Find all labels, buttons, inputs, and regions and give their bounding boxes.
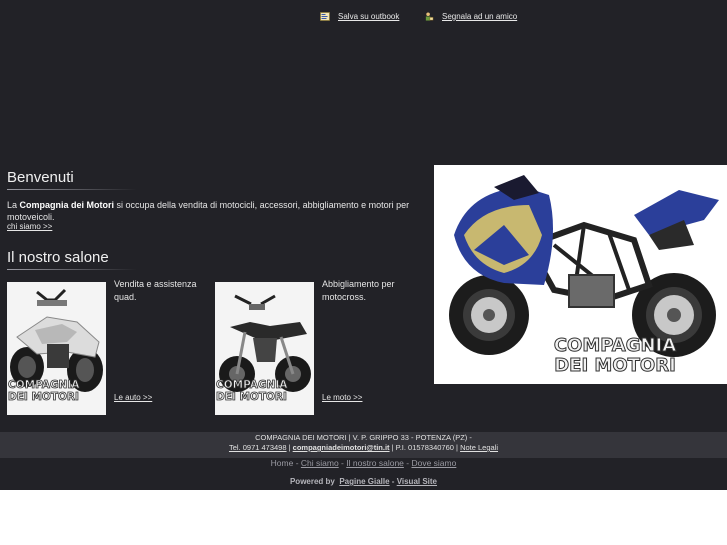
pagine-gialle-link[interactable]: Pagine Gialle [339, 477, 389, 486]
nav-salone[interactable]: Il nostro salone [346, 458, 404, 468]
powered-by: Powered by Pagine Gialle - Visual Site [0, 477, 727, 486]
title-underline [7, 189, 137, 190]
hero-logo-line1: COMPAGNIA [553, 335, 677, 356]
dirtbike-photo[interactable]: COMPAGNIA DEI MOTORI [215, 282, 314, 415]
nav-home[interactable]: Home [271, 458, 294, 468]
footer-vat: | P.I. 01578340760 | [389, 443, 461, 452]
welcome-title: Benvenuti [7, 169, 74, 186]
hero-motorbike-image: COMPAGNIA DEI MOTORI [434, 165, 727, 384]
company-name: Compagnia dei Motori [19, 200, 115, 210]
dirtbike-photo-watermark: COMPAGNIA DEI MOTORI [216, 379, 288, 404]
save-outlook-link[interactable]: Salva su outbook [338, 12, 399, 21]
outlook-icon [320, 12, 330, 22]
powered-separator: - [389, 477, 397, 486]
welcome-text: La Compagnia dei Motori si occupa della … [7, 199, 417, 223]
nav-dove-siamo[interactable]: Dove siamo [411, 458, 456, 468]
le-moto-link[interactable]: Le moto >> [322, 393, 362, 402]
nav-separator: - [293, 458, 301, 468]
quad-photo-watermark: COMPAGNIA DEI MOTORI [8, 379, 80, 404]
hero-logo: COMPAGNIA DEI MOTORI [504, 335, 726, 376]
le-auto-link[interactable]: Le auto >> [114, 393, 152, 402]
powered-label: Powered by [289, 477, 335, 486]
welcome-text-prefix: La [7, 200, 20, 210]
legal-notes-link[interactable]: Note Legali [460, 443, 498, 452]
user-icon [425, 12, 434, 21]
title-underline [7, 269, 137, 270]
nav-chi-siamo[interactable]: Chi siamo [301, 458, 339, 468]
quad-description: Vendita e assistenza quad. [114, 279, 197, 302]
salone-title: Il nostro salone [7, 249, 109, 266]
visual-site-link[interactable]: Visual Site [397, 477, 437, 486]
phone-link[interactable]: Tel. 0971 473498 [229, 443, 287, 452]
hero-logo-line2: DEI MOTORI [554, 355, 677, 376]
footer-bar: COMPAGNIA DEI MOTORI | V. P. GRIPPO 33 -… [0, 432, 727, 458]
email-link[interactable]: compagniadeimotori@tin.it [293, 443, 390, 452]
report-friend-link[interactable]: Segnala ad un amico [442, 12, 517, 21]
quad-photo[interactable]: COMPAGNIA DEI MOTORI [7, 282, 106, 415]
chi-siamo-link[interactable]: chi siamo >> [7, 222, 52, 231]
footer-contacts: Tel. 0971 473498 | compagniadeimotori@ti… [0, 442, 727, 453]
footer-nav: Home - Chi siamo - Il nostro salone - Do… [0, 458, 727, 468]
motocross-description: Abbigliamento per motocross. [322, 279, 395, 302]
